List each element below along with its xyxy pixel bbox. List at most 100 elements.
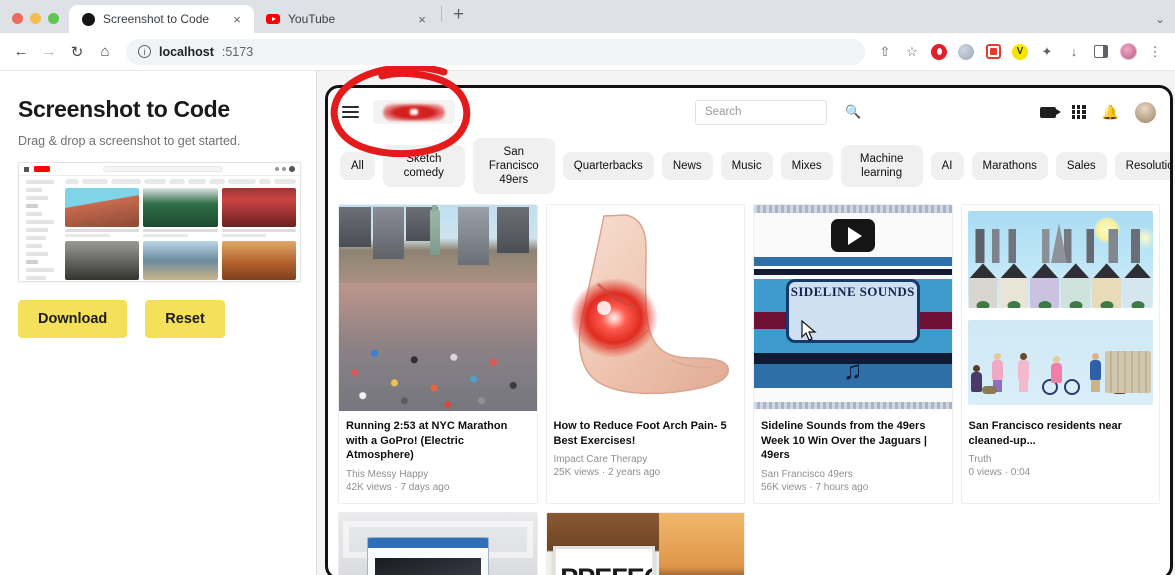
close-tab-button[interactable]: × [415, 13, 429, 26]
chip-all[interactable]: All [340, 152, 375, 180]
youtube-header: Search 🔍 🔔 [328, 88, 1170, 136]
bookmark-star-icon[interactable]: ☆ [900, 40, 924, 64]
video-meta: 42K views · 7 days ago [346, 482, 530, 493]
reload-button[interactable]: ↻ [64, 39, 90, 65]
page-subtitle: Drag & drop a screenshot to get started. [18, 134, 298, 148]
video-channel[interactable]: San Francisco 49ers [761, 469, 945, 480]
hamburger-menu-icon[interactable] [342, 106, 359, 118]
maximize-window-button[interactable] [48, 13, 59, 24]
window-controls [8, 13, 69, 33]
pain-highlight [570, 278, 658, 358]
minimize-window-button[interactable] [30, 13, 41, 24]
new-tab-button[interactable]: + [444, 5, 473, 29]
video-channel[interactable]: Impact Care Therapy [554, 454, 738, 465]
video-card[interactable] [338, 512, 538, 575]
nyc-marathon-crowd-thumbnail[interactable] [339, 205, 537, 411]
youtube-icon [266, 12, 280, 26]
youtube-play-icon[interactable] [831, 219, 875, 252]
preview-body [19, 176, 300, 282]
search-input[interactable]: Search [695, 100, 827, 125]
opera-extension-icon[interactable] [927, 40, 951, 64]
close-window-button[interactable] [12, 13, 23, 24]
chip-ai[interactable]: AI [931, 152, 964, 180]
address-bar[interactable]: i localhost:5173 [126, 39, 865, 65]
tab-screenshot-to-code[interactable]: Screenshot to Code × [69, 5, 254, 33]
sideline-sounds-thumbnail[interactable]: SIDELINE SOUNDS ♫ [754, 205, 952, 411]
video-camera-icon[interactable] [1040, 107, 1056, 118]
tab-title: Screenshot to Code [103, 12, 222, 26]
video-title[interactable]: Sideline Sounds from the 49ers Week 10 W… [761, 419, 945, 463]
share-icon[interactable]: ⇧ [873, 40, 897, 64]
industrial-monitor-thumbnail[interactable] [339, 513, 537, 575]
video-card[interactable]: SIDELINE SOUNDS ♫ Sideline Sounds from t… [753, 204, 953, 504]
video-card[interactable]: PPEFECT SMASSH [546, 512, 746, 575]
forward-button[interactable]: → [36, 39, 62, 65]
search-input [103, 166, 223, 172]
url-port: :5173 [222, 45, 253, 59]
chip-sales[interactable]: Sales [1056, 152, 1107, 180]
back-button[interactable]: ← [8, 39, 34, 65]
mouse-cursor-icon [801, 320, 817, 342]
preview-sidebar [19, 176, 63, 282]
avatar[interactable] [1135, 102, 1156, 123]
poster-smash-thumbnail[interactable]: PPEFECT SMASSH [547, 513, 745, 575]
video-title[interactable]: San Francisco residents near cleaned-up.… [969, 419, 1153, 448]
chip-san-francisco-49ers[interactable]: San Francisco 49ers [473, 138, 555, 194]
tab-youtube[interactable]: YouTube × [254, 5, 439, 33]
chip-music[interactable]: Music [721, 152, 773, 180]
browser-toolbar: ← → ↻ ⌂ i localhost:5173 ⇧ ☆ V ✦ ↓ ⋮ [0, 33, 1175, 71]
list-item [222, 188, 296, 237]
chip-machine-learning[interactable]: Machine learning [841, 145, 923, 187]
profile-avatar-icon[interactable] [1116, 40, 1140, 64]
black-circle-icon [81, 12, 95, 26]
video-card[interactable]: San Francisco residents near cleaned-up.… [961, 204, 1161, 504]
red-square-extension-icon[interactable] [981, 40, 1005, 64]
search-icon[interactable]: 🔍 [845, 104, 861, 120]
extensions-puzzle-icon[interactable]: ✦ [1035, 40, 1059, 64]
list-item [143, 241, 217, 282]
action-buttons: Download Reset [18, 300, 298, 338]
screenshot-preview[interactable] [18, 162, 301, 282]
hamburger-menu-icon [24, 167, 29, 172]
video-channel[interactable]: This Messy Happy [346, 469, 530, 480]
close-tab-button[interactable]: × [230, 13, 244, 26]
bell-icon[interactable]: 🔔 [1102, 105, 1119, 119]
preview-header-icons [275, 166, 295, 172]
grid-apps-icon[interactable] [1072, 105, 1086, 119]
chevron-down-icon[interactable]: ⌄ [1155, 12, 1165, 26]
foot-pain-illustration-thumbnail[interactable] [547, 205, 745, 411]
video-title[interactable]: How to Reduce Foot Arch Pain- 5 Best Exe… [554, 419, 738, 448]
privacy-extension-icon[interactable] [954, 40, 978, 64]
chip-quarterbacks[interactable]: Quarterbacks [563, 152, 654, 180]
sf-skyline-image [968, 211, 1154, 308]
video-meta: 25K views · 2 years ago [554, 467, 738, 478]
chip-news[interactable]: News [662, 152, 713, 180]
dog-icon [982, 386, 997, 394]
side-panel-icon[interactable] [1089, 40, 1113, 64]
home-button[interactable]: ⌂ [92, 39, 118, 65]
reset-button[interactable]: Reset [145, 300, 225, 338]
v-extension-icon[interactable]: V [1008, 40, 1032, 64]
preview-chips [65, 179, 296, 184]
video-card[interactable]: How to Reduce Foot Arch Pain- 5 Best Exe… [546, 204, 746, 504]
video-channel[interactable]: Truth [969, 454, 1153, 465]
video-card[interactable]: Running 2:53 at NYC Marathon with a GoPr… [338, 204, 538, 504]
downloads-icon[interactable]: ↓ [1062, 40, 1086, 64]
tab-title: YouTube [288, 12, 407, 26]
page-viewport: Screenshot to Code Drag & drop a screens… [0, 71, 1175, 575]
chrome-menu-icon[interactable]: ⋮ [1143, 40, 1167, 64]
san-francisco-illustration-thumbnail[interactable] [962, 205, 1160, 411]
chip-marathons[interactable]: Marathons [972, 152, 1048, 180]
youtube-logo[interactable] [373, 100, 455, 124]
video-grid: Running 2:53 at NYC Marathon with a GoPr… [328, 204, 1170, 575]
chip-resolutions[interactable]: Resolutions [1115, 152, 1173, 180]
browser-window: Screenshot to Code × YouTube × + ⌄ ← → ↻… [0, 0, 1175, 575]
site-info-icon[interactable]: i [138, 45, 151, 58]
chip-sketch-comedy[interactable]: Sketch comedy [383, 145, 465, 187]
chip-mixes[interactable]: Mixes [781, 152, 833, 180]
youtube-logo [34, 166, 50, 172]
youtube-header-actions: 🔔 [1040, 102, 1156, 123]
download-button[interactable]: Download [18, 300, 127, 338]
search-area: Search 🔍 [695, 100, 861, 125]
video-title[interactable]: Running 2:53 at NYC Marathon with a GoPr… [346, 419, 530, 463]
